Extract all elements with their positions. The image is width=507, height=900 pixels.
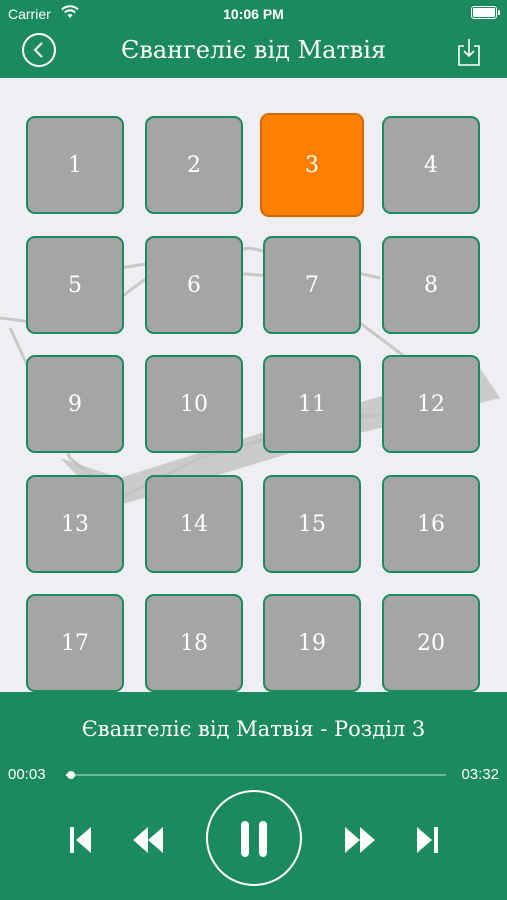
chapter-button-18[interactable]: 18 xyxy=(145,594,243,692)
clock: 10:06 PM xyxy=(223,6,284,22)
track-title: Євангеліє від Матвія - Розділ 3 xyxy=(81,717,426,741)
chapter-button-16[interactable]: 16 xyxy=(382,475,480,573)
audio-player: Євангеліє від Матвія - Розділ 3 00:03 03… xyxy=(0,692,507,900)
status-bar: Carrier 10:06 PM xyxy=(0,0,507,28)
chapter-button-14[interactable]: 14 xyxy=(145,475,243,573)
rewind-icon xyxy=(133,827,163,853)
chapter-button-4[interactable]: 4 xyxy=(382,116,480,214)
page-title: Євангеліє від Матвія xyxy=(120,36,387,64)
pause-button[interactable] xyxy=(206,790,302,886)
chapter-button-11[interactable]: 11 xyxy=(263,355,361,453)
chapter-button-13[interactable]: 13 xyxy=(26,475,124,573)
chapter-button-8[interactable]: 8 xyxy=(382,236,480,334)
chapter-button-9[interactable]: 9 xyxy=(26,355,124,453)
rewind-button[interactable] xyxy=(132,826,164,858)
chapter-button-5[interactable]: 5 xyxy=(26,236,124,334)
progress-slider[interactable] xyxy=(66,771,446,779)
chapter-button-3[interactable]: 3 xyxy=(260,113,364,217)
chapter-button-17[interactable]: 17 xyxy=(26,594,124,692)
app-header: Carrier 10:06 PM Євангеліє від Матвія xyxy=(0,0,507,78)
back-button[interactable] xyxy=(22,33,56,67)
chapter-button-6[interactable]: 6 xyxy=(145,236,243,334)
chapter-button-10[interactable]: 10 xyxy=(145,355,243,453)
skip-back-icon xyxy=(70,827,91,853)
fast-forward-icon xyxy=(345,827,375,853)
chapter-grid: 1 2 3 4 5 6 7 8 9 10 11 12 13 14 15 16 17 18 19 20 xyxy=(0,78,507,692)
chapter-button-15[interactable]: 15 xyxy=(263,475,361,573)
current-time: 00:03 xyxy=(8,766,46,783)
chapter-button-12[interactable]: 12 xyxy=(382,355,480,453)
progress-knob[interactable] xyxy=(67,771,76,779)
chapter-button-2[interactable]: 2 xyxy=(145,116,243,214)
chapter-button-20[interactable]: 20 xyxy=(382,594,480,692)
chapter-button-7[interactable]: 7 xyxy=(263,236,361,334)
battery-icon xyxy=(471,6,500,19)
next-track-button[interactable] xyxy=(416,826,438,858)
chapter-button-1[interactable]: 1 xyxy=(26,116,124,214)
fast-forward-button[interactable] xyxy=(344,826,376,858)
previous-track-button[interactable] xyxy=(70,826,92,858)
back-arrow-icon xyxy=(33,42,43,58)
download-icon xyxy=(458,39,480,66)
download-button[interactable] xyxy=(457,37,481,71)
total-time: 03:32 xyxy=(461,766,499,783)
skip-forward-icon xyxy=(417,827,438,853)
chapter-button-19[interactable]: 19 xyxy=(263,594,361,692)
